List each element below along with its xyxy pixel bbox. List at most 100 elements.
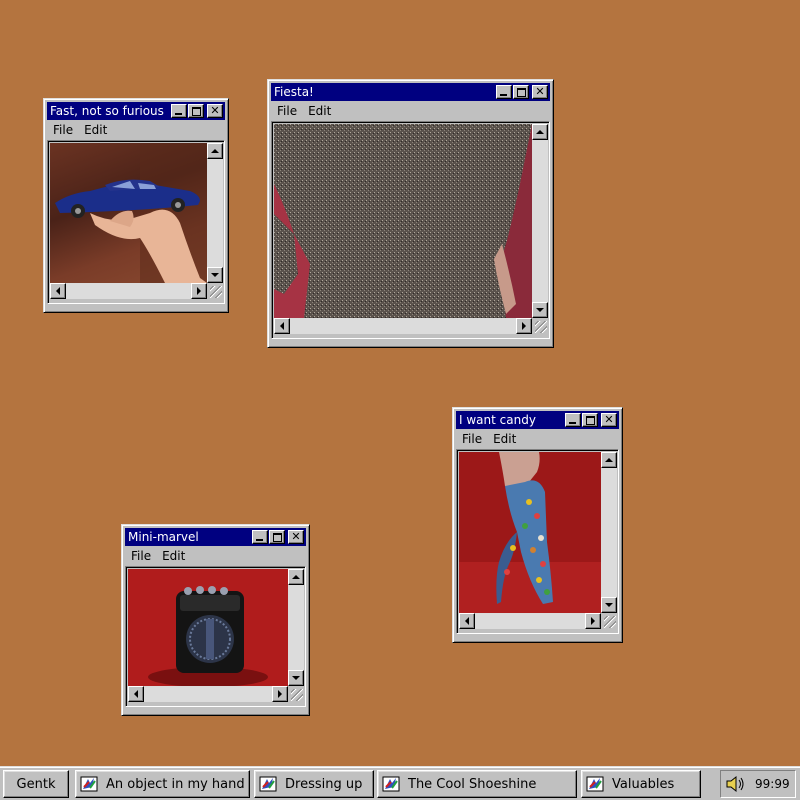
menu-file[interactable]: File [53,123,73,137]
window-i-want-candy[interactable]: I want candy ✕ File Edit [452,407,623,643]
scroll-up-button[interactable] [532,124,548,140]
menu-bar: File Edit [125,546,306,566]
scroll-up-button[interactable] [207,143,223,159]
start-label: Gentk [16,776,56,792]
close-icon: ✕ [210,104,220,117]
task-valuables[interactable]: Valuables [581,770,701,798]
photo-sweater [274,124,532,318]
task-an-object-in-my-hand[interactable]: An object in my hand [75,770,250,798]
resize-grip[interactable] [532,318,548,334]
task-dressing-up[interactable]: Dressing up [254,770,374,798]
vertical-scrollbar[interactable] [288,569,304,686]
scroll-left-button[interactable] [50,283,66,299]
image-viewport [456,449,619,634]
close-button[interactable]: ✕ [532,85,548,99]
scroll-up-button[interactable] [288,569,304,585]
arrow-left-icon [56,287,60,295]
scroll-left-button[interactable] [459,613,475,629]
minimize-button[interactable] [496,85,512,99]
menu-file[interactable]: File [462,432,482,446]
minimize-icon [256,539,263,541]
app-icon [382,776,400,792]
resize-grip-icon [291,689,303,701]
horizontal-scrollbar[interactable] [50,283,207,299]
menu-file[interactable]: File [277,104,297,118]
window-fast-not-so-furious[interactable]: Fast, not so furious ✕ File Edit [43,98,229,313]
vertical-scrollbar[interactable] [601,452,617,613]
arrow-down-icon [605,603,613,607]
menu-edit[interactable]: Edit [308,104,331,118]
maximize-icon [272,532,282,542]
task-label: Dressing up [285,776,363,792]
speaker-icon[interactable] [725,775,747,793]
minimize-button[interactable] [565,413,581,427]
horizontal-scrollbar[interactable] [459,613,601,629]
task-label: An object in my hand [106,776,245,792]
vertical-scrollbar[interactable] [207,143,223,283]
title-bar[interactable]: Mini-marvel ✕ [125,528,306,546]
scroll-left-button[interactable] [128,686,144,702]
scroll-right-button[interactable] [272,686,288,702]
app-icon [586,776,604,792]
close-button[interactable]: ✕ [601,413,617,427]
window-title: I want candy [459,413,536,427]
horizontal-scrollbar[interactable] [128,686,288,702]
scroll-down-button[interactable] [207,267,223,283]
task-the-cool-shoeshine[interactable]: The Cool Shoeshine [377,770,577,798]
menu-edit[interactable]: Edit [493,432,516,446]
scroll-down-button[interactable] [601,597,617,613]
minimize-button[interactable] [252,530,268,544]
arrow-up-icon [536,130,544,134]
minimize-icon [569,422,576,424]
menu-edit[interactable]: Edit [162,549,185,563]
menu-edit[interactable]: Edit [84,123,107,137]
close-button[interactable]: ✕ [207,104,223,118]
scroll-right-button[interactable] [191,283,207,299]
maximize-icon [516,87,526,97]
arrow-right-icon [197,287,201,295]
menu-file[interactable]: File [131,549,151,563]
horizontal-scrollbar[interactable] [274,318,532,334]
arrow-left-icon [134,690,138,698]
arrow-up-icon [211,149,219,153]
scroll-up-button[interactable] [601,452,617,468]
window-fiesta[interactable]: Fiesta! ✕ File Edit [267,79,554,348]
close-icon: ✕ [291,530,301,543]
resize-grip[interactable] [601,613,617,629]
maximize-button[interactable] [269,530,285,544]
resize-grip-icon [210,286,222,298]
title-bar[interactable]: Fast, not so furious ✕ [47,102,225,120]
minimize-button[interactable] [171,104,187,118]
window-title: Fiesta! [274,85,314,99]
maximize-button[interactable] [513,85,529,99]
scroll-down-button[interactable] [532,302,548,318]
close-button[interactable]: ✕ [288,530,304,544]
scroll-right-button[interactable] [516,318,532,334]
arrow-down-icon [292,676,300,680]
menu-bar: File Edit [456,429,619,449]
start-button[interactable]: Gentk [3,770,69,798]
window-title: Mini-marvel [128,530,199,544]
scroll-down-button[interactable] [288,670,304,686]
system-tray: 99:99 [720,770,796,798]
maximize-button[interactable] [582,413,598,427]
menu-bar: File Edit [271,101,550,121]
vertical-scrollbar[interactable] [532,124,548,318]
title-bar[interactable]: I want candy ✕ [456,411,619,429]
resize-grip[interactable] [207,283,223,299]
window-mini-marvel[interactable]: Mini-marvel ✕ File Edit [121,524,310,716]
arrow-up-icon [605,458,613,462]
title-bar[interactable]: Fiesta! ✕ [271,83,550,101]
maximize-button[interactable] [188,104,204,118]
resize-grip[interactable] [288,686,304,702]
app-icon [259,776,277,792]
image-viewport [271,121,550,339]
resize-grip-icon [535,321,547,333]
close-icon: ✕ [535,85,545,98]
scroll-right-button[interactable] [585,613,601,629]
task-label: Valuables [612,776,675,792]
scroll-left-button[interactable] [274,318,290,334]
arrow-left-icon [280,322,284,330]
minimize-icon [500,94,507,96]
taskbar: Gentk An object in my hand Dressing up T… [0,766,800,800]
